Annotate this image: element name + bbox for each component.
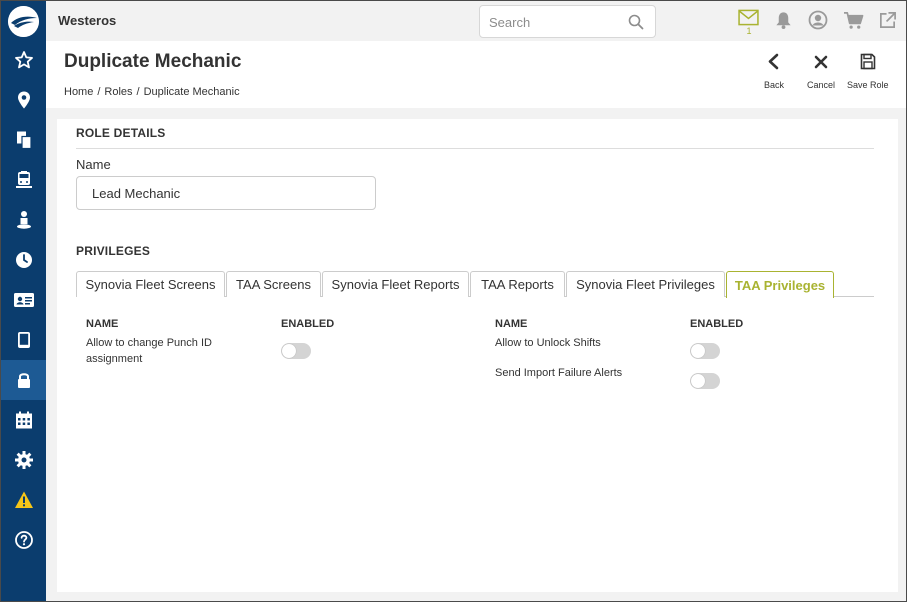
save-role-label: Save Role: [847, 80, 889, 90]
sidebar-item-badges[interactable]: [1, 280, 46, 320]
cancel-label: Cancel: [807, 80, 836, 90]
tab-synovia-fleet-screens[interactable]: Synovia Fleet Screens: [76, 271, 225, 297]
close-icon: [814, 55, 828, 69]
sidebar-item-devices[interactable]: [1, 320, 46, 360]
id-card-icon: [13, 293, 34, 307]
sidebar-item-people[interactable]: [1, 200, 46, 240]
right-enabled-column-header: ENABLED: [690, 318, 744, 330]
role-details-heading: ROLE DETAILS: [76, 126, 166, 140]
toggle-knob: [691, 344, 705, 358]
search-icon[interactable]: [628, 14, 644, 30]
page-header: Duplicate Mechanic Home / Roles / Duplic…: [46, 41, 906, 108]
page-title: Duplicate Mechanic: [64, 51, 242, 72]
floppy-disk-icon: [860, 53, 876, 70]
search-box: [479, 5, 656, 38]
save-role-button[interactable]: Save Role: [847, 53, 889, 90]
notifications-button[interactable]: [771, 8, 795, 32]
sidebar: [1, 1, 46, 601]
sidebar-item-locations[interactable]: [1, 80, 46, 120]
star-icon: [14, 51, 33, 69]
toggle-knob: [282, 344, 296, 358]
toggle-knob: [691, 374, 705, 388]
bus-icon: [15, 171, 32, 188]
cart-icon: [843, 11, 863, 29]
breadcrumb: Home / Roles / Duplicate Mechanic: [64, 86, 240, 98]
sidebar-item-alerts[interactable]: [1, 480, 46, 520]
breadcrumb-separator: /: [97, 86, 101, 98]
gear-icon: [14, 451, 33, 469]
sidebar-item-vehicles[interactable]: [1, 160, 46, 200]
breadcrumb-roles[interactable]: Roles: [104, 86, 132, 98]
tab-taa-privileges[interactable]: TAA Privileges: [726, 271, 834, 298]
app-window: Westeros 1 Duplicate Mechanic Home / Rol…: [0, 0, 907, 602]
sidebar-item-favorites[interactable]: [1, 40, 46, 80]
documents-icon: [16, 131, 32, 150]
right-name-column-header: NAME: [495, 318, 528, 330]
cart-button[interactable]: [841, 8, 865, 32]
toggle-change-punch-id[interactable]: [281, 343, 311, 359]
privilege-label-change-punch-id: Allow to change Punch ID assignment: [86, 337, 212, 365]
toggle-unlock-shifts[interactable]: [690, 343, 720, 359]
sidebar-item-documents[interactable]: [1, 120, 46, 160]
user-circle-icon: [808, 10, 828, 30]
toggle-import-failure-alerts[interactable]: [690, 373, 720, 389]
name-field-label: Name: [76, 157, 111, 172]
external-link-icon: [879, 11, 896, 28]
role-form: ROLE DETAILS Name PRIVILEGES Synovia Fle…: [57, 119, 898, 592]
section-divider: [76, 148, 874, 149]
back-label: Back: [764, 80, 785, 90]
left-name-column-header: NAME: [86, 318, 119, 330]
breadcrumb-home[interactable]: Home: [64, 86, 93, 98]
tab-taa-reports[interactable]: TAA Reports: [470, 271, 565, 297]
breadcrumb-current: Duplicate Mechanic: [143, 86, 240, 98]
role-name-input[interactable]: [76, 176, 376, 210]
user-profile-button[interactable]: [806, 8, 830, 32]
sidebar-item-help[interactable]: [1, 520, 46, 560]
sidebar-item-calendar[interactable]: [1, 400, 46, 440]
app-logo[interactable]: [8, 6, 39, 37]
envelope-icon: [737, 9, 759, 25]
tab-synovia-fleet-reports[interactable]: Synovia Fleet Reports: [322, 271, 469, 297]
map-pin-icon: [17, 91, 30, 109]
bell-icon: [775, 11, 791, 29]
person-icon: [16, 211, 31, 229]
help-icon: [14, 531, 33, 549]
messages-count-badge: 1: [746, 26, 752, 36]
calendar-icon: [15, 411, 32, 429]
privileges-heading: PRIVILEGES: [76, 244, 151, 258]
tablet-icon: [17, 332, 30, 348]
organization-name[interactable]: Westeros: [58, 13, 116, 28]
external-link-button[interactable]: [875, 8, 899, 32]
clock-icon: [15, 252, 32, 268]
tab-taa-screens[interactable]: TAA Screens: [226, 271, 321, 297]
left-enabled-column-header: ENABLED: [281, 318, 335, 330]
sidebar-item-settings[interactable]: [1, 440, 46, 480]
tab-synovia-fleet-privileges[interactable]: Synovia Fleet Privileges: [566, 271, 725, 297]
search-input[interactable]: [489, 13, 629, 31]
back-button[interactable]: Back: [764, 53, 784, 90]
chevron-left-icon: [768, 53, 779, 70]
cancel-button[interactable]: Cancel: [807, 53, 835, 90]
warning-icon: [14, 491, 33, 508]
breadcrumb-separator: /: [136, 86, 140, 98]
lock-icon: [17, 373, 30, 388]
privileges-tabs: Synovia Fleet Screens TAA Screens Synovi…: [76, 271, 874, 298]
privilege-label-unlock-shifts: Allow to Unlock Shifts: [495, 337, 601, 349]
top-bar: Westeros 1: [46, 1, 906, 41]
privilege-label-import-failure-alerts: Send Import Failure Alerts: [495, 367, 623, 379]
sidebar-item-time[interactable]: [1, 240, 46, 280]
sidebar-item-security[interactable]: [1, 360, 46, 400]
